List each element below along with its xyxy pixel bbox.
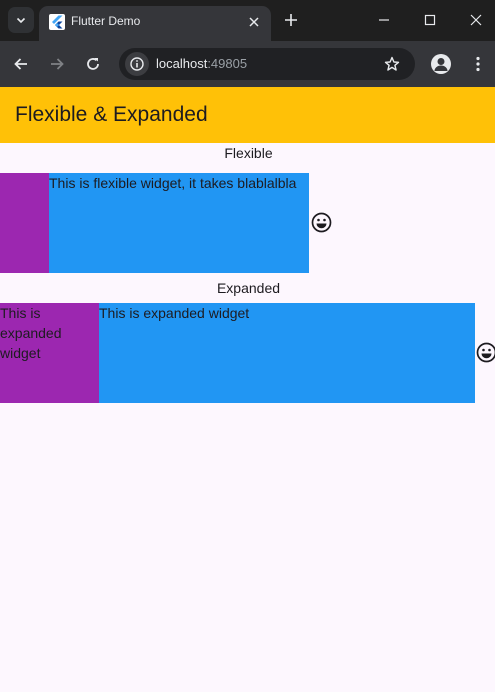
flexible-label: Flexible bbox=[224, 145, 273, 161]
back-arrow-icon[interactable] bbox=[13, 56, 29, 72]
address-bar[interactable]: localhost:49805 bbox=[119, 48, 415, 80]
flexible-blue-box: This is flexible widget, it takes blabla… bbox=[49, 173, 309, 273]
reload-icon[interactable] bbox=[85, 56, 101, 72]
plus-icon[interactable] bbox=[283, 12, 299, 28]
smile-icon bbox=[476, 342, 495, 363]
close-icon[interactable] bbox=[247, 15, 261, 29]
more-vert-icon[interactable] bbox=[475, 56, 481, 72]
tab-search-button[interactable] bbox=[8, 7, 34, 33]
star-icon[interactable] bbox=[384, 56, 400, 72]
site-info-button[interactable] bbox=[125, 52, 149, 76]
person-icon bbox=[434, 58, 448, 71]
window-close-icon[interactable] bbox=[469, 13, 483, 27]
chevron-down-icon bbox=[16, 17, 26, 24]
toolbar: localhost:49805 bbox=[0, 41, 495, 87]
profile-avatar[interactable] bbox=[431, 54, 451, 74]
browser-chrome: Flutter Demo localhost:49805 bbox=[0, 0, 495, 87]
maximize-icon[interactable] bbox=[423, 13, 437, 27]
smile-icon bbox=[311, 212, 332, 233]
tab-title: Flutter Demo bbox=[71, 14, 141, 28]
flexible-purple-box bbox=[0, 173, 49, 273]
url-text: localhost:49805 bbox=[156, 56, 247, 71]
url-host: localhost bbox=[156, 56, 208, 71]
minimize-icon[interactable] bbox=[377, 13, 391, 27]
tab-strip: Flutter Demo bbox=[0, 0, 495, 41]
page-title: Flexible & Expanded bbox=[15, 103, 208, 126]
info-icon bbox=[130, 57, 144, 71]
tab-flutter-demo[interactable]: Flutter Demo bbox=[39, 6, 271, 41]
expanded-blue-box: This is expanded widget bbox=[99, 303, 475, 403]
expanded-label: Expanded bbox=[216, 280, 281, 296]
flutter-logo-icon bbox=[49, 14, 65, 30]
expanded-purple-box: This is expanded widget bbox=[0, 303, 99, 403]
forward-arrow-icon[interactable] bbox=[49, 56, 65, 72]
url-port: :49805 bbox=[207, 56, 248, 71]
app-bar: Flexible & Expanded bbox=[0, 87, 495, 143]
